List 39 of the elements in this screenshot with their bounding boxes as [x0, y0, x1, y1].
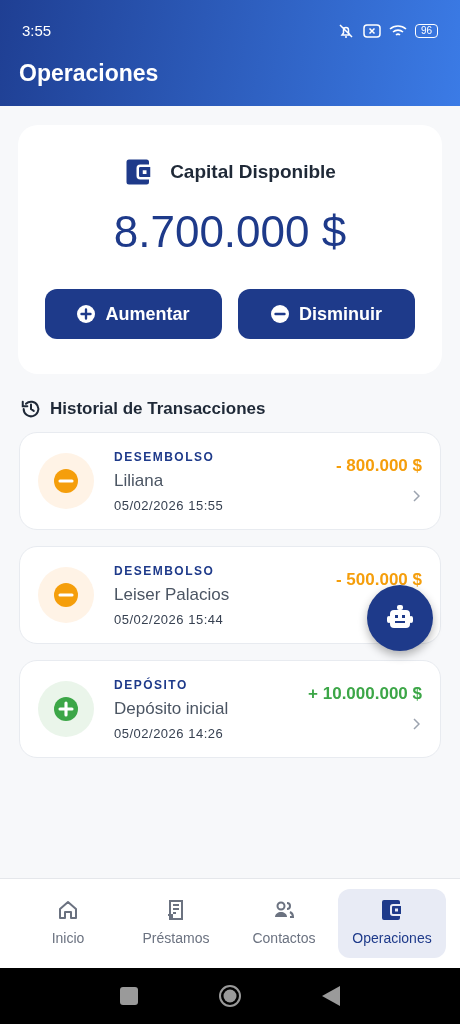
- transaction-card[interactable]: DEPÓSITO Depósito inicial 05/02/2026 14:26 + 10.000.000 $: [19, 659, 441, 758]
- transaction-card[interactable]: DESEMBOLSO Liliana 05/02/2026 15:55 - 800.000 $: [19, 431, 441, 530]
- capital-label: Capital Disponible: [170, 159, 336, 184]
- page-title: Operaciones: [18, 59, 160, 88]
- sim-icon: [362, 24, 381, 38]
- transaction-date: 05/02/2026 15:44: [114, 612, 224, 628]
- section-title: Historial de Transacciones: [50, 398, 266, 420]
- transaction-name: Leiser Palacios: [114, 584, 230, 604]
- transaction-card[interactable]: DESEMBOLSO Leiser Palacios 05/02/2026 15:44 - 500.000 $: [19, 545, 441, 644]
- home-button[interactable]: [218, 984, 242, 1008]
- transaction-type: DESEMBOLSO: [114, 449, 215, 464]
- transaction-name: Depósito inicial: [114, 698, 229, 718]
- plus-icon: [54, 696, 78, 721]
- transaction-amount: - 500.000 $: [336, 568, 422, 591]
- nav-tab[interactable]: Inicio: [14, 889, 122, 958]
- mute-icon: [336, 23, 355, 39]
- wallet-icon: [380, 898, 404, 922]
- decrease-button[interactable]: Disminuir: [238, 289, 415, 339]
- nav-tab[interactable]: Operaciones: [338, 889, 446, 958]
- transaction-amount: + 10.000.000 $: [308, 682, 422, 705]
- transaction-date: 05/02/2026 14:26: [114, 726, 224, 742]
- transaction-date: 05/02/2026 15:55: [114, 498, 224, 514]
- transaction-name: Liliana: [114, 470, 164, 490]
- minus-icon: [54, 582, 78, 607]
- transaction-amount: - 800.000 $: [336, 454, 422, 477]
- wifi-icon: [388, 24, 407, 38]
- status-time: 3:55: [22, 20, 52, 41]
- back-button[interactable]: [322, 986, 340, 1006]
- minus-icon: [54, 468, 78, 493]
- home-icon: [56, 898, 80, 922]
- battery-indicator: 96: [414, 24, 438, 38]
- increase-button[interactable]: Aumentar: [45, 289, 222, 339]
- nav-tab[interactable]: Contactos: [230, 889, 338, 958]
- capital-amount: 8.700.000 $: [113, 207, 347, 256]
- transaction-type: DESEMBOLSO: [114, 563, 215, 578]
- minus-icon: [271, 305, 289, 323]
- nav-tab[interactable]: Préstamos: [122, 889, 230, 958]
- transaction-type: DEPÓSITO: [114, 677, 188, 692]
- plus-icon: [77, 305, 96, 323]
